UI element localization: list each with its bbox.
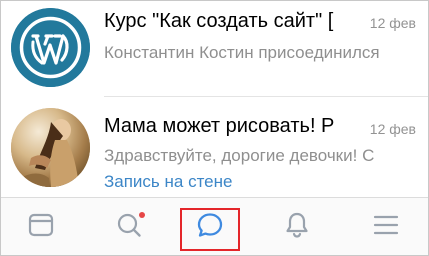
tab-messages[interactable] [185, 198, 235, 255]
dialog-date: 12 фев [369, 15, 416, 31]
dialog-title: Курс "Как создать сайт" [ [104, 10, 334, 32]
menu-icon [373, 212, 399, 243]
messages-screen: Курс "Как создать сайт" [ 12 фев Констан… [0, 0, 429, 256]
dialog-item[interactable]: Мама может рисовать! Р 12 фев Здравствуй… [1, 97, 428, 197]
notification-dot [139, 212, 145, 218]
news-feed-icon [28, 212, 54, 243]
dialog-preview: Здравствуйте, дорогие девочки! С [104, 146, 375, 165]
tab-news[interactable] [16, 198, 66, 255]
wall-post-link[interactable]: Запись на стене [104, 172, 232, 192]
tab-menu[interactable] [361, 198, 411, 255]
bottom-tab-bar [1, 197, 428, 255]
dialog-preview: Константин Костин присоединился [104, 43, 380, 62]
dialog-date: 12 фев [369, 121, 416, 137]
messages-icon [196, 211, 224, 244]
tab-notifications[interactable] [272, 198, 322, 255]
photo-avatar [11, 108, 90, 187]
dialog-item[interactable]: Курс "Как создать сайт" [ 12 фев Констан… [1, 1, 428, 97]
search-icon [116, 212, 142, 243]
dialog-title: Мама может рисовать! Р [104, 115, 335, 137]
wordpress-logo-icon [11, 8, 90, 87]
notifications-bell-icon [284, 211, 310, 244]
tab-search[interactable] [104, 198, 154, 255]
